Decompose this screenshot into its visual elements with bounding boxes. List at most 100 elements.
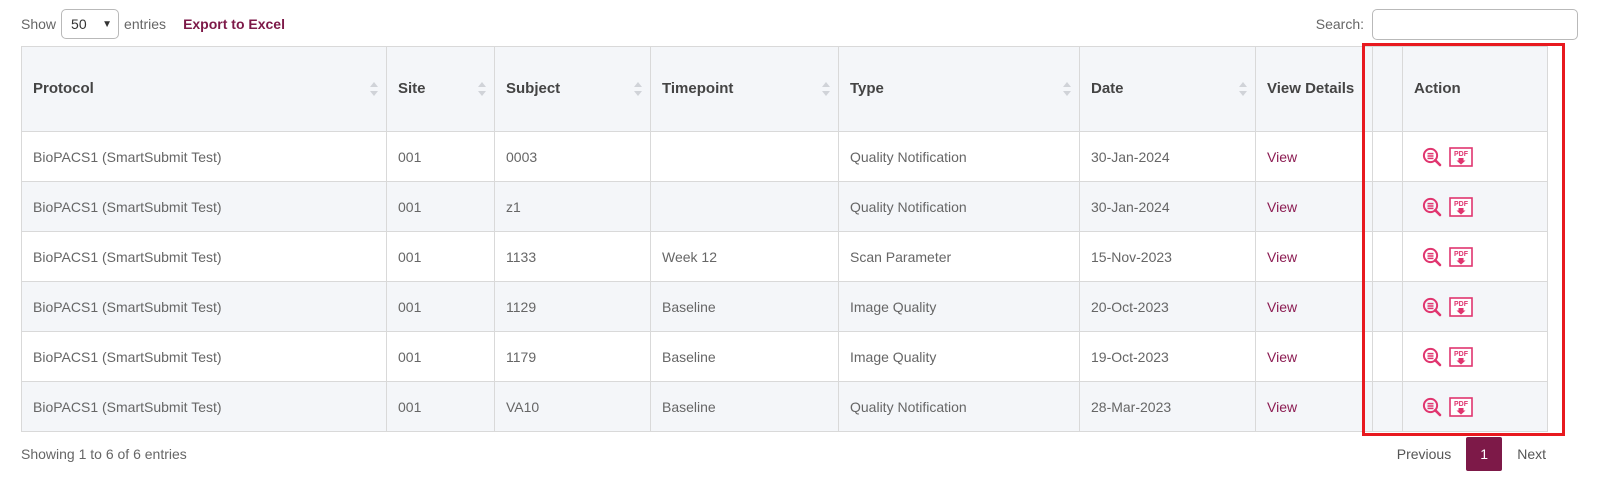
blank-cell [1372,231,1403,282]
type-cell: Quality Notification [838,181,1080,232]
view-details-icon[interactable] [1422,397,1442,417]
svg-text:PDF: PDF [1454,251,1469,258]
view-details-icon[interactable] [1422,297,1442,317]
column-header-type[interactable]: Type [838,46,1080,132]
column-header-site[interactable]: Site [386,46,495,132]
subject-cell: 1129 [494,281,651,332]
type-cell: Scan Parameter [838,231,1080,282]
date-cell: 30-Jan-2024 [1079,181,1256,232]
column-header-protocol[interactable]: Protocol [21,46,387,132]
view-details-icon[interactable] [1422,247,1442,267]
view-details-icon[interactable] [1422,347,1442,367]
view-details-cell: View [1255,331,1373,382]
pdf-download-icon[interactable]: PDF [1449,396,1473,417]
column-header-timepoint[interactable]: Timepoint [650,46,839,132]
results-table: Protocol Site Subject Timepoint Type Dat… [21,46,1548,432]
pdf-download-icon[interactable]: PDF [1449,146,1473,167]
table-row: BioPACS1 (SmartSubmit Test) 001 1179 Bas… [21,331,1548,382]
sort-icon [1239,82,1247,96]
column-header-action: Action [1402,46,1548,132]
timepoint-cell: Baseline [650,331,839,382]
svg-text:PDF: PDF [1454,351,1469,358]
svg-text:PDF: PDF [1454,401,1469,408]
action-cell: PDF [1402,131,1548,182]
action-cell: PDF [1402,181,1548,232]
export-to-excel-link[interactable]: Export to Excel [183,16,285,32]
entries-label: entries [124,16,167,32]
svg-text:PDF: PDF [1454,151,1469,158]
protocol-cell: BioPACS1 (SmartSubmit Test) [21,131,387,182]
previous-page-button[interactable]: Previous [1382,437,1466,471]
table-row: BioPACS1 (SmartSubmit Test) 001 VA10 Bas… [21,381,1548,432]
sort-icon [822,82,830,96]
sort-icon [370,82,378,96]
pagination: Previous 1 Next [1382,437,1561,471]
blank-cell [1372,181,1403,232]
type-cell: Quality Notification [838,381,1080,432]
subject-cell: VA10 [494,381,651,432]
site-cell: 001 [386,381,495,432]
table-row: BioPACS1 (SmartSubmit Test) 001 0003 Qua… [21,131,1548,182]
svg-text:PDF: PDF [1454,201,1469,208]
table-toolbar: Show 50 ▼ entries Export to Excel Search… [21,8,1578,40]
table-footer: Showing 1 to 6 of 6 entries Previous 1 N… [21,437,1561,471]
view-details-cell: View [1255,131,1373,182]
subject-cell: 0003 [494,131,651,182]
pdf-download-icon[interactable]: PDF [1449,246,1473,267]
view-link[interactable]: View [1267,199,1297,215]
action-cell: PDF [1402,331,1548,382]
subject-cell: z1 [494,181,651,232]
view-link[interactable]: View [1267,399,1297,415]
date-cell: 19-Oct-2023 [1079,331,1256,382]
search-control: Search: [1315,8,1578,40]
protocol-cell: BioPACS1 (SmartSubmit Test) [21,181,387,232]
timepoint-cell [650,131,839,182]
protocol-cell: BioPACS1 (SmartSubmit Test) [21,381,387,432]
blank-cell [1372,131,1403,182]
type-cell: Image Quality [838,281,1080,332]
blank-cell [1372,331,1403,382]
table-row: BioPACS1 (SmartSubmit Test) 001 1133 Wee… [21,231,1548,282]
column-header-subject[interactable]: Subject [494,46,651,132]
next-page-button[interactable]: Next [1502,437,1561,471]
view-link[interactable]: View [1267,349,1297,365]
table-row: BioPACS1 (SmartSubmit Test) 001 1129 Bas… [21,281,1548,332]
page-1-button[interactable]: 1 [1466,437,1503,471]
column-header-blank [1372,46,1403,132]
site-cell: 001 [386,331,495,382]
site-cell: 001 [386,181,495,232]
blank-cell [1372,281,1403,332]
view-details-cell: View [1255,281,1373,332]
view-link[interactable]: View [1267,149,1297,165]
pdf-download-icon[interactable]: PDF [1449,346,1473,367]
table-row: BioPACS1 (SmartSubmit Test) 001 z1 Quali… [21,181,1548,232]
entries-per-page-select[interactable]: 50 ▼ [61,9,120,39]
timepoint-cell: Baseline [650,381,839,432]
column-header-date[interactable]: Date [1079,46,1256,132]
view-link[interactable]: View [1267,299,1297,315]
sort-icon [478,82,486,96]
search-label: Search: [1315,16,1364,32]
table-info: Showing 1 to 6 of 6 entries [21,446,187,462]
search-input[interactable] [1372,8,1578,40]
column-header-view-details: View Details [1255,46,1373,132]
protocol-cell: BioPACS1 (SmartSubmit Test) [21,281,387,332]
date-cell: 30-Jan-2024 [1079,131,1256,182]
timepoint-cell: Baseline [650,281,839,332]
page-length-control: Show 50 ▼ entries Export to Excel [21,9,285,39]
timepoint-cell: Week 12 [650,231,839,282]
date-cell: 28-Mar-2023 [1079,381,1256,432]
pdf-download-icon[interactable]: PDF [1449,296,1473,317]
action-cell: PDF [1402,231,1548,282]
view-details-icon[interactable] [1422,197,1442,217]
type-cell: Quality Notification [838,131,1080,182]
sort-icon [1063,82,1071,96]
view-details-icon[interactable] [1422,147,1442,167]
pdf-download-icon[interactable]: PDF [1449,196,1473,217]
view-link[interactable]: View [1267,249,1297,265]
protocol-cell: BioPACS1 (SmartSubmit Test) [21,331,387,382]
chevron-down-icon: ▼ [102,18,113,30]
site-cell: 001 [386,281,495,332]
type-cell: Image Quality [838,331,1080,382]
blank-cell [1372,381,1403,432]
